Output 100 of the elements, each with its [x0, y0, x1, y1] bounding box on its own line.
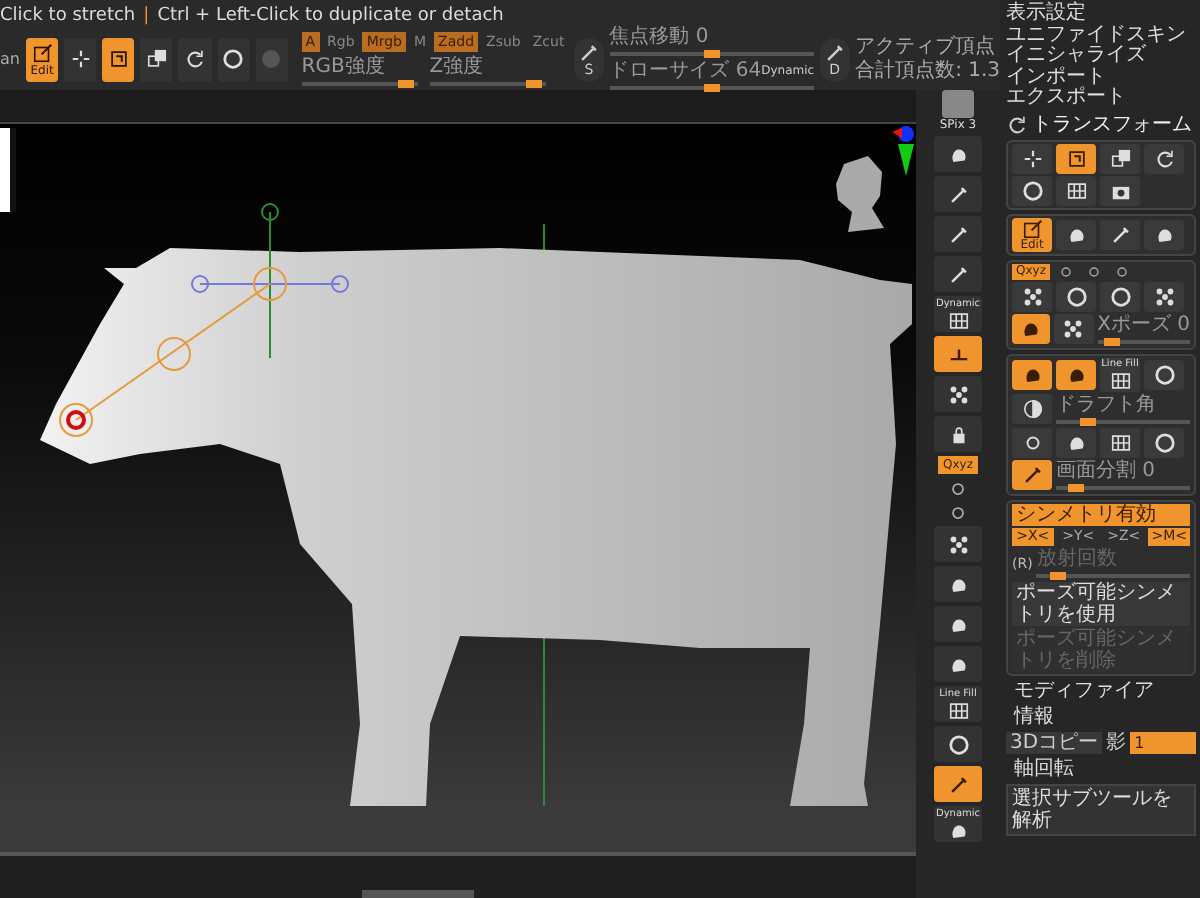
panel-button[interactable] — [1056, 219, 1096, 249]
field-label: 影 — [1106, 731, 1127, 753]
stat-text: アクティブ頂点 — [855, 36, 998, 58]
section-heading[interactable]: モディファイア — [1006, 679, 1196, 701]
panel-button[interactable] — [1100, 219, 1140, 249]
panel-button[interactable] — [1144, 143, 1184, 173]
panel-button[interactable] — [1100, 143, 1140, 173]
separator-text: | — [143, 6, 150, 26]
panel-button[interactable] — [1056, 143, 1096, 173]
panel-button[interactable] — [1054, 314, 1094, 344]
tool-button[interactable] — [140, 37, 173, 81]
dots-icon — [1021, 285, 1043, 307]
tool-button[interactable] — [217, 37, 250, 81]
dots-icon — [947, 383, 969, 405]
grid-icon — [947, 699, 969, 721]
panel-button[interactable] — [1012, 427, 1052, 457]
panel-button[interactable] — [1056, 427, 1096, 457]
shelf-button[interactable] — [934, 526, 982, 562]
symmetry-toggle[interactable]: シンメトリ有効 — [1012, 503, 1190, 525]
copy-button[interactable]: 3Dコピー — [1006, 731, 1103, 753]
thumbnail-icon — [0, 128, 16, 212]
section-heading[interactable]: 軸回転 — [1006, 757, 1196, 779]
panel-button[interactable] — [1144, 219, 1184, 249]
slider-label: Xポーズ 0 — [1097, 313, 1190, 335]
panel-button[interactable] — [1012, 359, 1052, 389]
slider-thumb[interactable] — [1050, 571, 1067, 579]
slider-thumb[interactable] — [703, 84, 720, 92]
shelf-button[interactable] — [934, 136, 982, 172]
panel-button[interactable] — [1012, 394, 1052, 424]
slider-label: 画面分割 0 — [1056, 459, 1158, 481]
slider-track[interactable] — [609, 50, 815, 58]
menu-item[interactable]: イニシャライズ — [1006, 46, 1196, 67]
menu-item[interactable]: エクスポート — [1006, 88, 1196, 109]
panel-button[interactable] — [1100, 175, 1140, 205]
brush-icon — [947, 223, 969, 245]
slider-track[interactable] — [429, 79, 546, 87]
grid-icon — [1109, 369, 1131, 391]
section-heading[interactable]: 情報 — [1006, 705, 1196, 727]
slider-thumb[interactable] — [526, 79, 543, 87]
shelf-button[interactable] — [934, 646, 982, 682]
action-button[interactable]: ポーズ可能シンメトリを使用 — [1012, 581, 1190, 625]
slider-thumb[interactable] — [398, 79, 415, 87]
shelf-button[interactable] — [948, 478, 968, 498]
panel-button[interactable] — [1056, 175, 1096, 205]
panel-button[interactable] — [1144, 427, 1184, 457]
panel-button[interactable] — [1012, 143, 1052, 173]
stat-text: 合計頂点数: 1.3 — [855, 60, 1001, 82]
action-button[interactable]: 選択サブツールを解析 — [1006, 783, 1196, 835]
panel-button[interactable] — [1056, 281, 1096, 311]
menu-item[interactable]: 表示設定 — [1006, 4, 1196, 25]
menu-item[interactable]: ユニファイドスキン — [1006, 25, 1196, 46]
panel-button[interactable] — [1144, 359, 1184, 389]
sphere-icon — [222, 48, 245, 70]
shelf-button[interactable] — [934, 256, 982, 292]
move-icon — [1065, 147, 1087, 169]
panel-button[interactable] — [1144, 281, 1184, 311]
panel-button[interactable] — [1100, 427, 1140, 457]
panel-button[interactable] — [1012, 281, 1052, 311]
value-field[interactable]: 1 — [1130, 731, 1196, 753]
shelf-button[interactable] — [934, 766, 982, 802]
shelf-button[interactable] — [934, 606, 982, 642]
slider-label: Z強度 — [429, 55, 486, 77]
panel-title[interactable]: トランスフォーム — [1032, 113, 1192, 135]
ring-icon — [948, 501, 968, 523]
panel-button[interactable] — [1012, 460, 1052, 490]
resize-handle-icon[interactable] — [362, 890, 474, 898]
viewport[interactable] — [0, 124, 916, 806]
tool-thumbnail[interactable] — [942, 90, 974, 118]
tool-button[interactable] — [64, 37, 97, 81]
shelf-button[interactable] — [934, 416, 982, 452]
shelf-button[interactable] — [948, 502, 968, 522]
menu-item[interactable]: インポート — [1006, 67, 1196, 88]
shelf-button[interactable] — [934, 566, 982, 602]
shelf-button[interactable] — [934, 726, 982, 762]
hint-text: Click to stretch — [0, 6, 136, 26]
rotate-icon — [1006, 113, 1028, 135]
brush-icon — [947, 183, 969, 205]
shelf-button[interactable] — [934, 336, 982, 372]
shelf-button[interactable] — [934, 176, 982, 212]
dots-icon — [947, 533, 969, 555]
tool-button[interactable] — [102, 37, 135, 81]
panel-button[interactable] — [1012, 175, 1052, 205]
panel-button[interactable] — [1012, 314, 1051, 344]
slider-thumb[interactable] — [1104, 337, 1121, 345]
dots-icon — [1062, 318, 1085, 340]
axis-indicator-icon[interactable] — [892, 124, 916, 180]
crosshair-icon — [1021, 147, 1043, 169]
slider-track[interactable] — [301, 79, 418, 87]
tool-button[interactable] — [178, 37, 212, 81]
slider-track[interactable] — [1056, 417, 1190, 425]
slider-thumb[interactable] — [1079, 417, 1096, 425]
slider-track[interactable] — [609, 84, 815, 92]
panel-button[interactable] — [1100, 281, 1140, 311]
slider-thumb[interactable] — [703, 50, 720, 58]
contrast-icon — [1021, 398, 1043, 420]
slider-thumb[interactable] — [1067, 483, 1084, 491]
shelf-button[interactable] — [934, 216, 982, 252]
shelf-button[interactable] — [934, 376, 982, 412]
edit-icon — [31, 41, 54, 63]
panel-button[interactable] — [1056, 359, 1096, 389]
